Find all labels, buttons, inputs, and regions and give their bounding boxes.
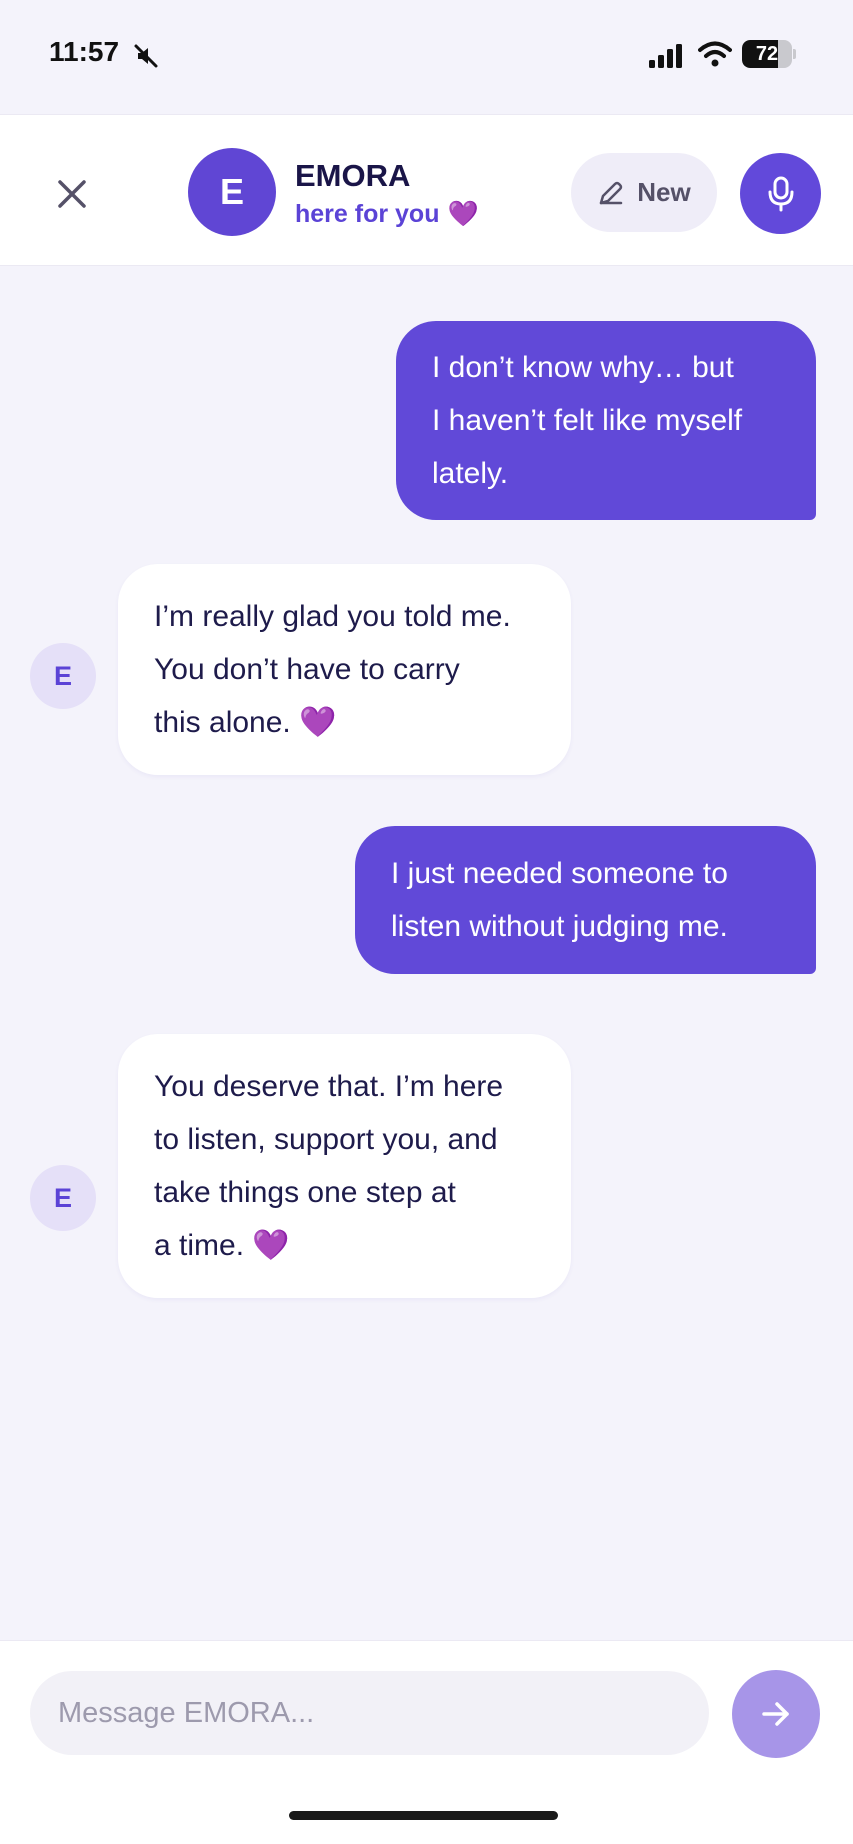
battery-icon: 72 <box>742 40 796 68</box>
new-chat-button[interactable]: New <box>571 153 717 232</box>
close-icon <box>58 180 86 208</box>
message-line: to listen, support you, and <box>154 1123 498 1156</box>
assistant-subtitle: here for you 💜 <box>295 200 479 229</box>
message-line: You don’t have to carry <box>154 653 460 686</box>
message-line: lately. <box>432 457 509 490</box>
header-avatar: E <box>188 148 276 236</box>
battery-level: 72 <box>755 43 779 65</box>
message-line: I’m really glad you told me. <box>154 600 511 633</box>
user-message: I don’t know why… but I haven’t felt lik… <box>396 321 816 520</box>
bot-avatar: E <box>30 643 96 709</box>
message-line: listen without judging me. <box>391 910 728 943</box>
wifi-icon <box>698 41 732 67</box>
cellular-signal-icon <box>649 44 682 68</box>
message-line: I don’t know why… but <box>432 351 734 384</box>
message-line: take things one step at <box>154 1176 456 1209</box>
mute-icon <box>134 44 158 68</box>
message-line: a time. 💜 <box>154 1229 290 1262</box>
new-button-label: New <box>637 177 691 207</box>
user-message: I just needed someone to listen without … <box>355 826 816 974</box>
pencil-icon <box>600 181 623 204</box>
purple-heart-icon: 💜 <box>447 200 479 228</box>
message-input[interactable] <box>30 1671 709 1755</box>
status-bar: 11:57 72 <box>0 0 853 114</box>
microphone-icon <box>768 176 793 211</box>
chat-header <box>0 114 853 266</box>
bot-message: I’m really glad you told me. You don’t h… <box>118 564 571 775</box>
voice-button[interactable] <box>740 153 821 234</box>
message-line: I just needed someone to <box>391 857 728 890</box>
message-line: this alone. 💜 <box>154 706 337 739</box>
home-indicator <box>289 1811 558 1820</box>
arrow-right-icon <box>762 1702 789 1726</box>
bot-message: You deserve that. I’m here to listen, su… <box>118 1034 571 1298</box>
message-line: I haven’t felt like myself <box>432 404 743 437</box>
status-time: 11:57 <box>49 36 120 67</box>
bot-avatar: E <box>30 1165 96 1231</box>
subtitle-text: here for you <box>295 200 440 228</box>
assistant-name: EMORA <box>295 158 411 193</box>
close-button[interactable] <box>48 170 96 218</box>
message-line: You deserve that. I’m here <box>154 1070 504 1103</box>
send-button[interactable] <box>732 1670 820 1758</box>
